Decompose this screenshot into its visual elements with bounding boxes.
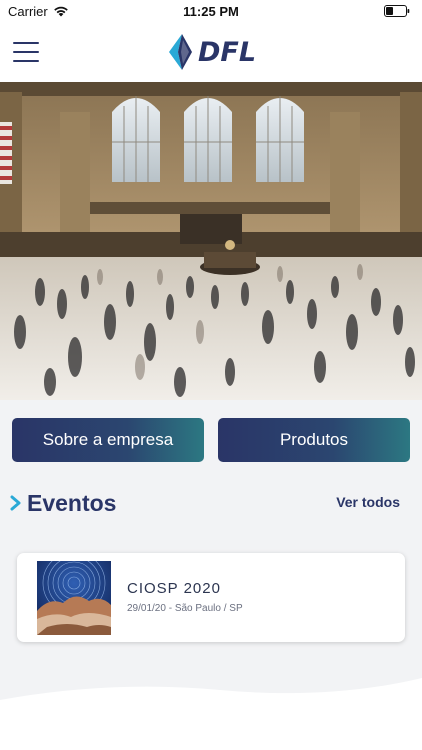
about-company-button[interactable]: Sobre a empresa	[12, 418, 204, 462]
status-bar: Carrier 11:25 PM	[0, 0, 422, 22]
events-title: Eventos	[27, 489, 117, 516]
event-card[interactable]: CIOSP 2020 29/01/20 - São Paulo / SP	[17, 553, 405, 642]
hamburger-icon	[13, 42, 39, 44]
wifi-icon	[53, 6, 68, 17]
battery-icon	[384, 5, 410, 17]
hamburger-icon-line	[13, 60, 39, 62]
carrier-label: Carrier	[8, 3, 48, 19]
chevron-right-icon	[10, 495, 21, 511]
status-left: Carrier	[8, 4, 69, 19]
app-header: DFL	[0, 22, 422, 82]
events-section-header: Eventos Ver todos	[10, 488, 410, 518]
hero-image	[0, 82, 422, 400]
event-thumbnail	[37, 561, 111, 635]
logo-text: DFL	[197, 36, 257, 68]
event-title: CIOSP 2020	[127, 580, 221, 597]
see-all-events-link[interactable]: Ver todos	[336, 494, 400, 510]
hamburger-icon-line	[13, 51, 39, 53]
bottom-wave-decoration	[0, 678, 422, 750]
logo-mark-icon	[168, 34, 192, 70]
brand-logo: DFL	[166, 32, 256, 72]
event-date-location: 29/01/20 - São Paulo / SP	[127, 603, 243, 614]
products-button[interactable]: Produtos	[218, 418, 410, 462]
hamburger-menu-button[interactable]	[13, 42, 39, 62]
